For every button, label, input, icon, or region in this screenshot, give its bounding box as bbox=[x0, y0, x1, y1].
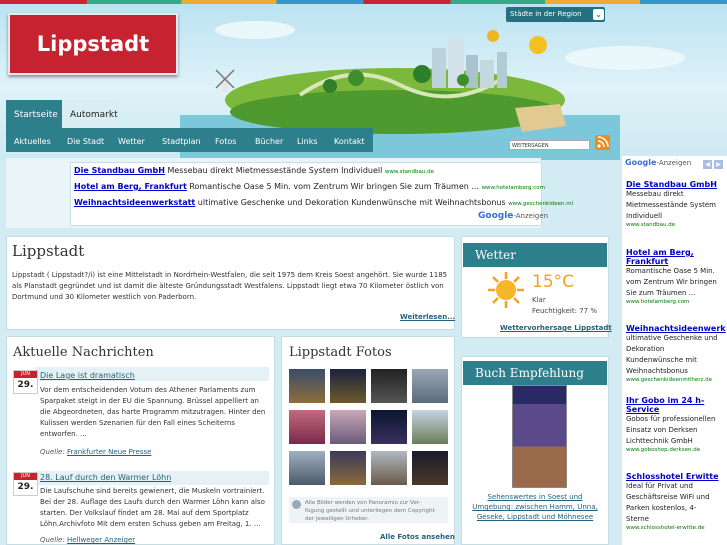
tab-automarkt[interactable]: Automarkt bbox=[62, 100, 118, 128]
news-item-2-source: Quelle: Hellweger Anzeiger bbox=[40, 536, 136, 544]
right-ad-1[interactable]: Die Standbau GmbH Messebau direkt Mietmes… bbox=[626, 180, 727, 228]
photo-thumbnail[interactable] bbox=[371, 410, 407, 444]
top-ad-3[interactable]: Weihnachtsideenwerkstatt ultimative Gesc… bbox=[74, 198, 573, 207]
right-ad-5[interactable]: Schlosshotel Erwitte Ideal für Privat un… bbox=[626, 472, 727, 531]
nav-item-kontakt[interactable]: Kontakt bbox=[334, 128, 365, 152]
photo-thumbnail[interactable] bbox=[412, 410, 448, 444]
news-title: Aktuelle Nachrichten bbox=[13, 345, 154, 360]
photo-thumbnail[interactable] bbox=[330, 451, 366, 485]
source-link[interactable]: Frankfurter Neue Presse bbox=[67, 448, 151, 456]
chevron-down-icon: ⌄ bbox=[593, 9, 604, 20]
sun-icon bbox=[487, 271, 525, 311]
photos-title: Lippstadt Fotos bbox=[289, 345, 392, 360]
google-ads-label[interactable]: Google-Anzeigen bbox=[625, 158, 691, 167]
right-ad-3[interactable]: Weihnachtsideenwerk ultimative Geschenke… bbox=[626, 324, 727, 383]
color-strip bbox=[0, 0, 727, 4]
photo-thumbnail[interactable] bbox=[289, 451, 325, 485]
all-photos-link[interactable]: Alle Fotos ansehen bbox=[380, 533, 455, 541]
intro-title: Lippstadt bbox=[12, 242, 85, 260]
nav-item-die-stadt[interactable]: Die Stadt bbox=[67, 128, 104, 152]
news-item-1-title[interactable]: Die Lage ist dramatisch bbox=[40, 371, 135, 380]
news-item-2-title[interactable]: 28. Lauf durch den Warmer Löhn bbox=[40, 473, 171, 482]
photo-thumbnail[interactable] bbox=[371, 451, 407, 485]
nav-item-links[interactable]: Links bbox=[297, 128, 318, 152]
region-dropdown[interactable]: Städte in der Region ⌄ bbox=[506, 7, 605, 22]
top-ad-1[interactable]: Die Standbau GmbH Messebau direkt Mietme… bbox=[74, 166, 434, 175]
right-ad-2[interactable]: Hotel am Berg, Frankfurt Romantische Oase… bbox=[626, 248, 727, 305]
photo-thumbnail[interactable] bbox=[330, 369, 366, 403]
temperature: 15°C bbox=[532, 272, 575, 292]
news-item-1-text: Vor dem entscheidenden Votum des Athener… bbox=[40, 386, 266, 438]
photo-thumbnail[interactable] bbox=[289, 410, 325, 444]
weather-title: Wetter bbox=[463, 243, 607, 267]
book-caption-link[interactable]: Sehenswertes in Soest und Umgebung: zwisc… bbox=[465, 492, 605, 522]
photo-thumbnail[interactable] bbox=[371, 369, 407, 403]
date-badge: JUN 29. bbox=[13, 472, 38, 496]
photo-thumbnail[interactable] bbox=[289, 369, 325, 403]
photo-credit-note: Alle Bilder werden von Panoramio zur Ver… bbox=[305, 500, 435, 522]
humidity: Feuchtigkeit: 77 % bbox=[532, 307, 597, 315]
date-badge: JUN 29. bbox=[13, 370, 38, 394]
news-item-2-text: Die Laufschuhe sind bereits gewienert, d… bbox=[40, 487, 265, 528]
top-ad-2[interactable]: Hotel am Berg, Frankfurt Romantische Oas… bbox=[74, 182, 545, 191]
site-logo[interactable]: Lippstadt bbox=[8, 13, 178, 75]
right-ad-4[interactable]: Ihr Gobo im 24 h- Service Gobos für profe… bbox=[626, 396, 727, 453]
ads-next-arrow-icon[interactable]: ▶ bbox=[714, 160, 723, 169]
google-ads-label[interactable]: Google-Anzeigen bbox=[478, 211, 548, 221]
read-more-link[interactable]: Weiterlesen... bbox=[400, 313, 455, 321]
nav-item-buecher[interactable]: Bücher bbox=[255, 128, 283, 152]
book-title: Buch Empfehlung bbox=[463, 361, 607, 385]
region-dropdown-label: Städte in der Region bbox=[510, 10, 582, 18]
intro-text: Lippstadt ( Lippstadt?/i) ist eine Mitte… bbox=[12, 271, 448, 301]
photo-thumbnail[interactable] bbox=[330, 410, 366, 444]
nav-item-wetter[interactable]: Wetter bbox=[118, 128, 145, 152]
source-link[interactable]: Hellweger Anzeiger bbox=[67, 536, 135, 544]
weather-condition: Klar bbox=[532, 296, 546, 304]
panoramio-icon bbox=[292, 500, 301, 509]
tab-startseite[interactable]: Startseite bbox=[6, 100, 62, 128]
ads-prev-arrow-icon[interactable]: ◀ bbox=[703, 160, 712, 169]
photo-thumbnail[interactable] bbox=[412, 451, 448, 485]
nav-item-aktuelles[interactable]: Aktuelles bbox=[14, 128, 51, 152]
bookmark-share-button[interactable]: WEITERSAGEN bbox=[509, 140, 590, 150]
nav-item-stadtplan[interactable]: Stadtplan bbox=[162, 128, 201, 152]
news-item-1-source: Quelle: Frankfurter Neue Presse bbox=[40, 448, 152, 456]
book-cover[interactable] bbox=[512, 385, 567, 488]
nav-item-fotos[interactable]: Fotos bbox=[215, 128, 236, 152]
forecast-link[interactable]: Wettervorhersage Lippstadt bbox=[500, 324, 612, 332]
photo-thumbnail[interactable] bbox=[412, 369, 448, 403]
rss-icon[interactable] bbox=[595, 135, 610, 150]
